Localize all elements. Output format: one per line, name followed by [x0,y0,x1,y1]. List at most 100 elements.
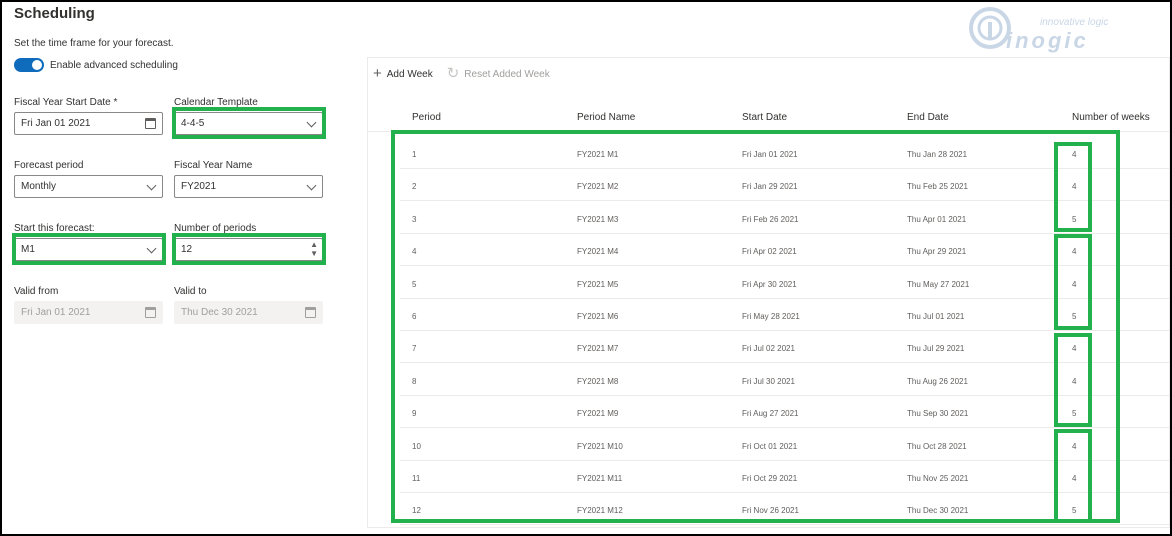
fiscal-year-name-value: FY2021 [181,181,217,192]
table-row[interactable]: 1 FY2021 M1 Fri Jan 01 2021 Thu Jan 28 2021… [400,137,1170,169]
stepper-icon[interactable]: ▲ ▼ [310,240,318,258]
cell-period: 9 [412,409,417,419]
column-header-period[interactable]: Period [412,112,441,123]
cell-start-date: Fri May 28 2021 [742,312,800,321]
cell-number-of-weeks: 4 [1072,247,1077,257]
cell-end-date: Thu Jul 29 2021 [907,344,965,354]
fiscal-start-input[interactable]: Fri Jan 01 2021 [14,112,163,135]
valid-from-value: Fri Jan 01 2021 [21,307,91,318]
table-row[interactable]: 12 FY2021 M12 Fri Nov 26 2021 Thu Dec 30 20… [400,493,1170,526]
logo-tagline: innovative logic [1040,17,1109,28]
cell-start-date: Fri Apr 30 2021 [742,279,797,289]
advanced-scheduling-toggle[interactable] [14,58,44,72]
advanced-scheduling-toggle-row[interactable]: Enable advanced scheduling [14,58,178,72]
forecast-period-select[interactable]: Monthly [14,175,163,198]
cell-number-of-weeks: 4 [1072,474,1077,483]
cell-start-date: Fri Aug 27 2021 [742,409,799,419]
page-title: Scheduling [14,5,95,22]
valid-to-input: Thu Dec 30 2021 [174,301,323,324]
cell-number-of-weeks: 5 [1072,506,1077,516]
column-header-start-date[interactable]: Start Date [742,112,787,123]
inogic-logo: innovative logic inogic [968,6,1120,53]
cell-period-name: FY2021 M4 [577,247,619,257]
add-week-button[interactable]: + Add Week [373,65,433,82]
number-of-periods-value: 12 [181,244,193,255]
cell-end-date: Thu Sep 30 2021 [907,409,969,419]
reset-added-week-button[interactable]: ↻ Reset Added Week [447,66,550,81]
toggle-knob [32,60,42,70]
table-row[interactable]: 9 FY2021 M9 Fri Aug 27 2021 Thu Sep 30 2021… [400,396,1170,429]
cell-number-of-weeks: 4 [1072,344,1077,354]
valid-to-field: Valid to Thu Dec 30 2021 [174,285,323,324]
cell-number-of-weeks: 4 [1072,150,1077,159]
fiscal-start-value: Fri Jan 01 2021 [21,118,91,129]
cell-period-name: FY2021 M10 [577,441,623,451]
cell-period-name: FY2021 M2 [577,182,619,192]
start-forecast-field: Start this forecast: M1 [14,222,163,261]
cell-start-date: Fri Feb 26 2021 [742,214,799,224]
calendar-icon[interactable] [145,118,156,129]
cell-number-of-weeks: 4 [1072,441,1077,451]
fiscal-year-name-field: Fiscal Year Name FY2021 [174,159,323,198]
number-of-periods-label: Number of periods [174,223,257,234]
valid-from-field: Valid from Fri Jan 01 2021 [14,285,163,324]
table-row[interactable]: 10 FY2021 M10 Fri Oct 01 2021 Thu Oct 28 20… [400,429,1170,461]
column-header-period-name[interactable]: Period Name [577,112,635,123]
column-header-end-date[interactable]: End Date [907,112,949,123]
logo-wordmark: inogic [1006,28,1089,53]
cell-period: 1 [412,150,417,159]
cell-end-date: Thu Apr 01 2021 [907,214,967,224]
cell-period: 5 [412,279,417,289]
table-row[interactable]: 3 FY2021 M3 Fri Feb 26 2021 Thu Apr 01 2021… [400,202,1170,234]
table-row[interactable]: 5 FY2021 M5 Fri Apr 30 2021 Thu May 27 2021… [400,267,1170,299]
forecast-period-field: Forecast period Monthly [14,159,163,198]
table-row[interactable]: 2 FY2021 M2 Fri Jan 29 2021 Thu Feb 25 2021… [400,169,1170,202]
cell-start-date: Fri Oct 01 2021 [742,441,798,451]
cell-period: 12 [412,506,421,516]
cell-period: 3 [412,214,417,224]
table-row[interactable]: 6 FY2021 M6 Fri May 28 2021 Thu Jul 01 2021… [400,299,1170,331]
fiscal-year-name-select[interactable]: FY2021 [174,175,323,198]
reset-added-week-label: Reset Added Week [464,68,550,80]
cell-number-of-weeks: 4 [1072,376,1077,386]
chevron-down-icon [146,180,157,191]
cell-period-name: FY2021 M9 [577,409,619,419]
page-subtitle: Set the time frame for your forecast. [14,38,174,49]
table-row[interactable]: 4 FY2021 M4 Fri Apr 02 2021 Thu Apr 29 2021… [400,234,1170,267]
cell-period: 8 [412,376,417,386]
cell-end-date: Thu Feb 25 2021 [907,182,968,192]
number-of-periods-input[interactable]: 12 ▲ ▼ [174,238,323,261]
cell-start-date: Fri Nov 26 2021 [742,506,799,516]
cell-period: 4 [412,247,417,257]
add-week-label: Add Week [386,68,433,80]
table-row[interactable]: 8 FY2021 M8 Fri Jul 30 2021 Thu Aug 26 2021… [400,364,1170,396]
column-header-number-of-weeks[interactable]: Number of weeks [1072,112,1150,123]
cell-end-date: Thu Aug 26 2021 [907,376,968,386]
cell-start-date: Fri Apr 02 2021 [742,247,797,257]
valid-from-input: Fri Jan 01 2021 [14,301,163,324]
cell-period-name: FY2021 M8 [577,376,619,386]
toggle-label: Enable advanced scheduling [50,59,178,71]
cell-period-name: FY2021 M3 [577,214,619,224]
cell-end-date: Thu Jul 01 2021 [907,312,965,321]
calendar-template-field: Calendar Template 4-4-5 [174,96,323,135]
cell-end-date: Thu May 27 2021 [907,279,970,289]
chevron-down-icon [146,243,157,254]
cell-period: 11 [412,474,421,483]
calendar-template-select[interactable]: 4-4-5 [174,112,323,135]
cell-period-name: FY2021 M6 [577,312,619,321]
start-forecast-select[interactable]: M1 [14,238,163,261]
table-row[interactable]: 11 FY2021 M11 Fri Oct 29 2021 Thu Nov 25 20… [400,461,1170,493]
cell-end-date: Thu Dec 30 2021 [907,506,969,516]
chevron-down-icon [306,117,317,128]
cell-period: 6 [412,312,417,321]
calendar-template-label: Calendar Template [174,97,258,108]
fiscal-start-field: Fiscal Year Start Date * Fri Jan 01 2021 [14,96,163,135]
fiscal-year-name-label: Fiscal Year Name [174,160,253,171]
table-row[interactable]: 7 FY2021 M7 Fri Jul 02 2021 Thu Jul 29 2021… [400,331,1170,364]
calendar-icon [145,307,156,318]
plus-icon: + [373,65,382,82]
cell-number-of-weeks: 4 [1072,279,1077,289]
fiscal-start-label: Fiscal Year Start Date * [14,97,118,108]
cell-period-name: FY2021 M1 [577,150,619,159]
